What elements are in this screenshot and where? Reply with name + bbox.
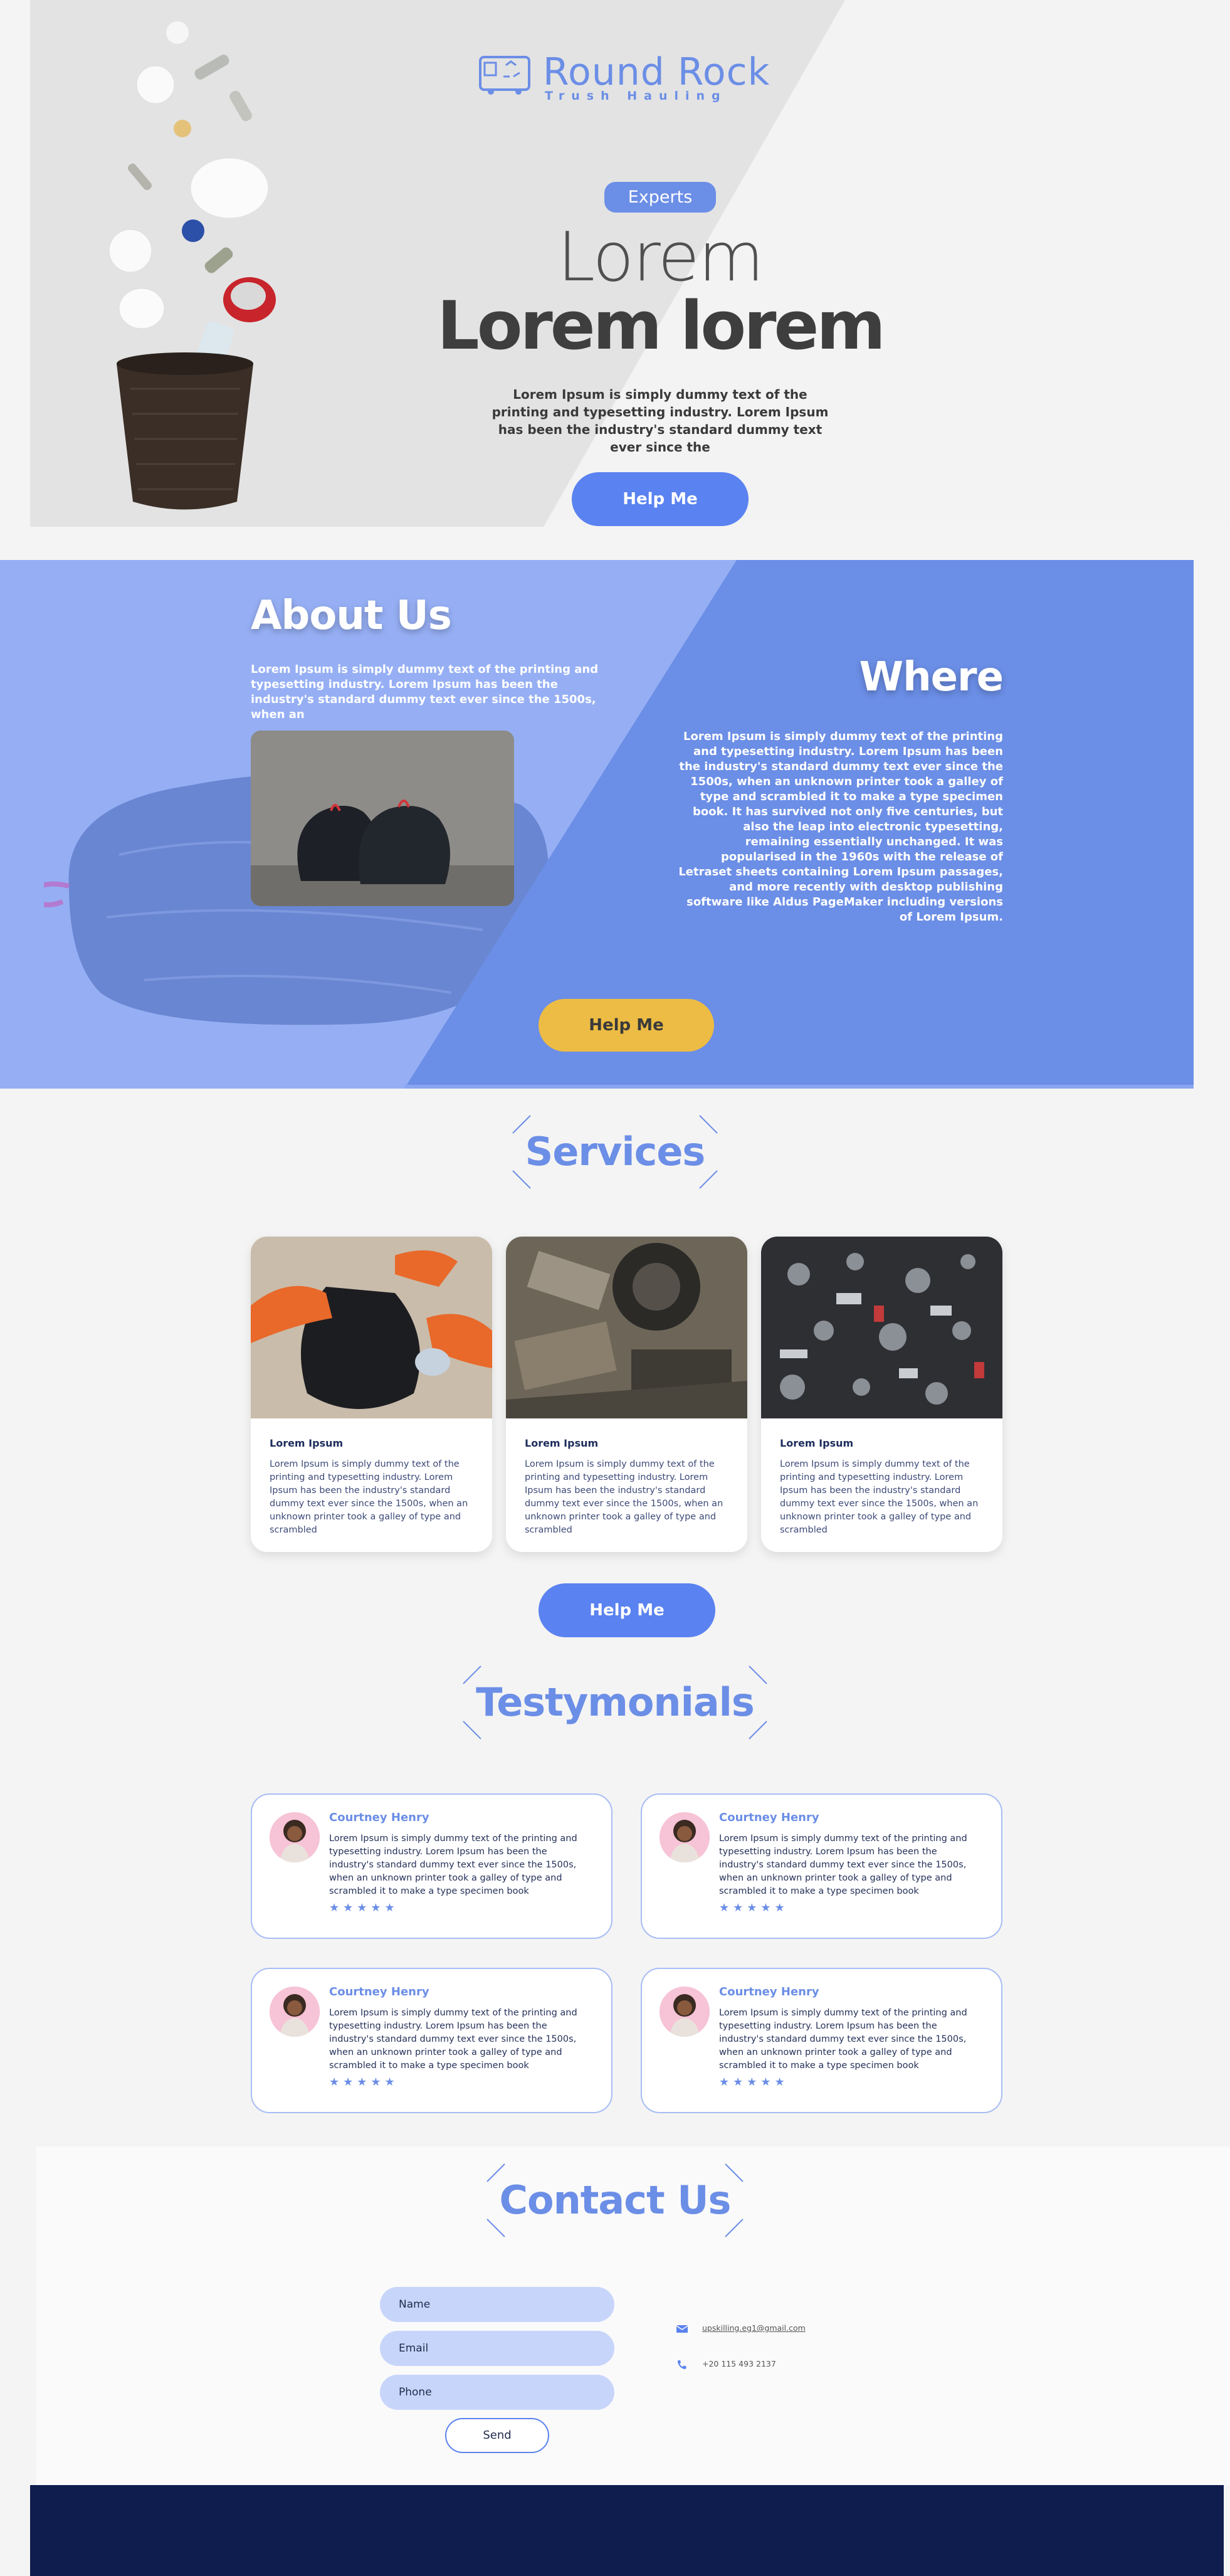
trash-bags-photo xyxy=(251,731,514,906)
contact-phone: +20 115 493 2137 xyxy=(702,2359,776,2368)
service-card[interactable]: Lorem Ipsum Lorem Ipsum is simply dummy … xyxy=(251,1237,492,1552)
avatar xyxy=(270,1812,320,1862)
service-card-title: Lorem Ipsum xyxy=(525,1437,599,1449)
contact-title: Contact Us xyxy=(499,2177,732,2223)
testimonial-card: Courtney Henry Lorem Ipsum is simply dum… xyxy=(641,1968,1002,2113)
phone-icon xyxy=(678,2360,686,2369)
where-title: Where xyxy=(859,654,1004,700)
bracket-left-icon xyxy=(463,1665,481,1739)
testimonial-text: Lorem Ipsum is simply dummy text of the … xyxy=(329,1834,577,1896)
hero-heading-light: Lorem xyxy=(557,218,764,297)
contact-phone-row: +20 115 493 2137 xyxy=(676,2359,776,2370)
testimonial-card: Courtney Henry Lorem Ipsum is simply dum… xyxy=(641,1793,1002,1939)
testimonial-name: Courtney Henry xyxy=(329,1985,429,1998)
testimonials-heading: Testymonials xyxy=(0,1665,1230,1739)
testimonial-text: Lorem Ipsum is simply dummy text of the … xyxy=(329,2008,577,2071)
name-field[interactable] xyxy=(380,2287,614,2322)
bracket-right-icon xyxy=(725,2163,744,2237)
contact-email-row: upskilling.eg1@gmail.com xyxy=(676,2323,806,2334)
send-button[interactable]: Send xyxy=(445,2418,549,2453)
hero-heading-bold: Lorem lorem xyxy=(437,287,886,364)
testimonial-text: Lorem Ipsum is simply dummy text of the … xyxy=(719,1834,967,1896)
avatar xyxy=(270,1987,320,2037)
bracket-left-icon xyxy=(486,2163,505,2237)
testimonial-card: Courtney Henry Lorem Ipsum is simply dum… xyxy=(251,1968,612,2113)
bracket-left-icon xyxy=(512,1114,531,1189)
hero-help-button[interactable]: Help Me xyxy=(572,472,749,526)
about-description: Lorem Ipsum is simply dummy text of the … xyxy=(251,663,599,721)
service-cards: Lorem Ipsum Lorem Ipsum is simply dummy … xyxy=(251,1237,1003,1552)
experts-badge: Experts xyxy=(604,182,717,213)
service-card[interactable]: Lorem Ipsum Lorem Ipsum is simply dummy … xyxy=(761,1237,1002,1552)
avatar xyxy=(660,1987,710,2037)
testimonial-name: Courtney Henry xyxy=(719,1985,819,1998)
service-card-image xyxy=(251,1237,492,1418)
service-card-text: Lorem Ipsum is simply dummy text of the … xyxy=(525,1459,723,1535)
bracket-right-icon xyxy=(699,1114,718,1189)
where-description: Lorem Ipsum is simply dummy text of the … xyxy=(678,730,1003,924)
testimonials-title: Testymonials xyxy=(476,1679,755,1725)
service-card-title: Lorem Ipsum xyxy=(270,1437,344,1449)
services-help-button[interactable]: Help Me xyxy=(539,1583,715,1637)
testimonial-name: Courtney Henry xyxy=(719,1811,819,1824)
service-card-image xyxy=(506,1237,747,1418)
star-rating: ★★★★★ xyxy=(719,2076,789,2089)
about-title: About Us xyxy=(251,593,452,639)
service-card-image xyxy=(761,1237,1002,1418)
testimonial-text: Lorem Ipsum is simply dummy text of the … xyxy=(719,2008,967,2071)
hero-content: Experts Lorem Lorem lorem Lorem Ipsum is… xyxy=(419,182,901,526)
brand-name: Round Rock xyxy=(543,50,770,94)
services-heading: Services xyxy=(0,1114,1230,1189)
star-rating: ★★★★★ xyxy=(329,2076,399,2089)
brand-tagline: Trush Hauling xyxy=(545,89,727,103)
service-card-text: Lorem Ipsum is simply dummy text of the … xyxy=(780,1459,979,1535)
service-card-text: Lorem Ipsum is simply dummy text of the … xyxy=(270,1459,468,1535)
footer xyxy=(30,2485,1224,2576)
about-bottom-divider xyxy=(404,1085,1194,1089)
recycle-truck-icon xyxy=(479,56,530,95)
bracket-right-icon xyxy=(749,1665,767,1739)
about-help-button[interactable]: Help Me xyxy=(539,999,714,1052)
service-card[interactable]: Lorem Ipsum Lorem Ipsum is simply dummy … xyxy=(506,1237,747,1552)
star-rating: ★★★★★ xyxy=(329,1901,399,1914)
contact-email[interactable]: upskilling.eg1@gmail.com xyxy=(702,2323,806,2333)
contact-heading: Contact Us xyxy=(0,2163,1230,2237)
avatar xyxy=(660,1812,710,1862)
testimonial-card: Courtney Henry Lorem Ipsum is simply dum… xyxy=(251,1793,612,1939)
email-field[interactable] xyxy=(380,2331,614,2366)
mail-icon xyxy=(676,2325,688,2333)
hero-section: Round Rock Trush Hauling Experts Lorem L… xyxy=(30,0,1230,527)
about-section: About Us Lorem Ipsum is simply dummy tex… xyxy=(0,560,1194,1089)
service-card-title: Lorem Ipsum xyxy=(780,1437,854,1449)
phone-field[interactable] xyxy=(380,2375,614,2410)
star-rating: ★★★★★ xyxy=(719,1901,789,1914)
hero-description: Lorem Ipsum is simply dummy text of the … xyxy=(491,387,829,455)
services-title: Services xyxy=(525,1129,706,1175)
brand-logo[interactable]: Round Rock Trush Hauling xyxy=(478,50,804,107)
testimonial-name: Courtney Henry xyxy=(329,1811,429,1824)
